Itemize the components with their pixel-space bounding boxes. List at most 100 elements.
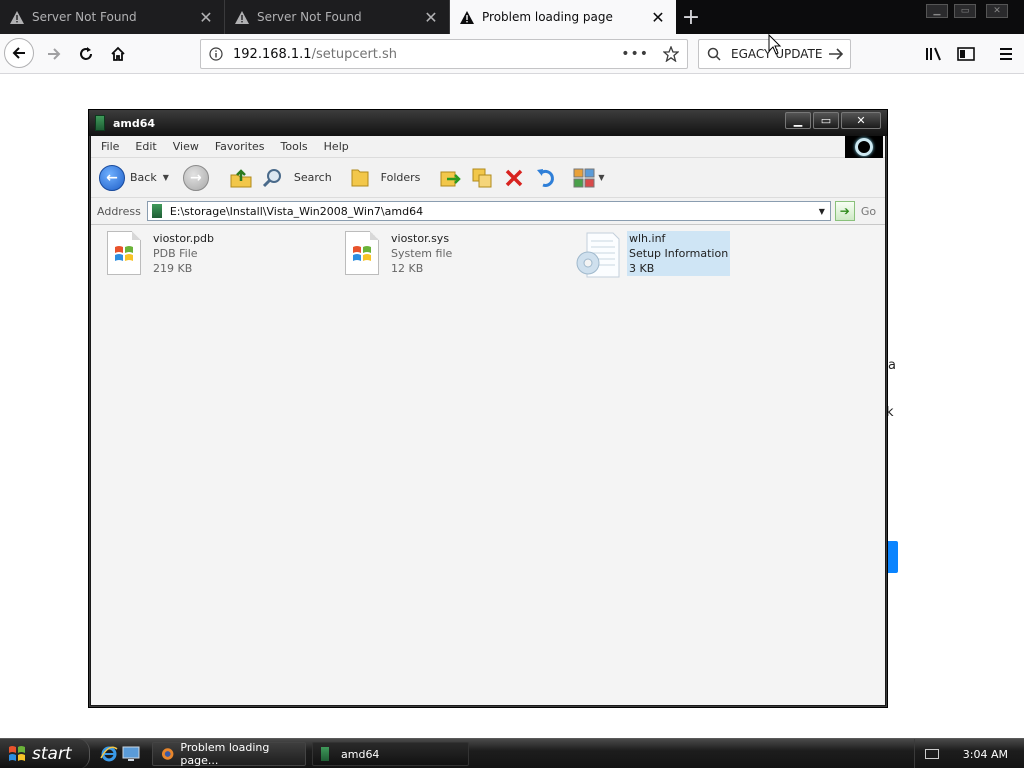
windows-flag-icon	[9, 746, 25, 761]
file-details: viostor.sys System file 12 KB	[391, 231, 452, 276]
background-page-text: a	[888, 358, 896, 373]
address-input[interactable]: E:\storage\Install\Vista_Win2008_Win7\am…	[146, 201, 831, 221]
url-text: 192.168.1.1/setupcert.sh	[233, 47, 397, 62]
tab-label: Server Not Found	[257, 10, 362, 24]
file-list: viostor.pdb PDB File 219 KB viostor.sys …	[91, 225, 885, 705]
file-type: Setup Information	[629, 247, 729, 260]
explorer-toolbar: ← Back ▼ → Search Folders ▼	[91, 158, 885, 198]
explorer-window: amd64 ▁ ▭ ✕ File Edit View Favorites Too…	[88, 109, 888, 708]
file-item[interactable]: viostor.sys System file 12 KB	[345, 231, 452, 279]
close-tab-icon[interactable]: ✕	[419, 5, 443, 29]
menu-file[interactable]: File	[101, 140, 119, 153]
move-to-icon[interactable]	[438, 166, 462, 190]
file-type: System file	[391, 247, 453, 260]
go-button-label[interactable]: Go	[861, 205, 876, 218]
menu-button[interactable]	[992, 40, 1020, 68]
browser-nav-bar: 192.168.1.1/setupcert.sh ••• EGACY UPDAT…	[0, 34, 1024, 74]
back-button-label[interactable]: Back	[130, 171, 157, 184]
taskbar: start Problem loading page... amd64 3:04…	[0, 738, 1024, 768]
taskbar-item-browser[interactable]: Problem loading page...	[152, 741, 306, 767]
forward-arrow-icon[interactable]: →	[182, 164, 209, 191]
menu-tools[interactable]: Tools	[281, 140, 308, 153]
url-bar[interactable]: 192.168.1.1/setupcert.sh •••	[200, 39, 688, 69]
file-size: 12 KB	[391, 262, 424, 275]
keyboard-icon[interactable]	[924, 749, 939, 759]
window-title: amd64	[113, 116, 156, 130]
back-arrow-icon	[12, 47, 25, 59]
setup-info-icon	[575, 231, 623, 278]
search-icon[interactable]	[261, 166, 285, 190]
windows-file-icon	[345, 231, 379, 275]
taskbar-item-explorer[interactable]: amd64	[312, 742, 469, 766]
tab-problem-loading-page[interactable]: Problem loading page ✕	[450, 0, 676, 34]
tab-label: Problem loading page	[482, 10, 613, 24]
search-go-arrow-icon[interactable]	[828, 47, 844, 61]
warning-icon	[10, 10, 24, 24]
close-tab-icon[interactable]: ✕	[194, 5, 218, 29]
forward-arrow-icon	[48, 48, 61, 60]
info-icon[interactable]	[209, 47, 223, 61]
url-path: /setupcert.sh	[311, 46, 398, 62]
undo-icon[interactable]	[534, 166, 558, 190]
start-button[interactable]: start	[0, 739, 90, 768]
minimize-window-button[interactable]: ▁	[926, 4, 948, 18]
internet-explorer-icon[interactable]	[100, 745, 118, 763]
clock[interactable]: 3:04 AM	[963, 748, 1008, 761]
folder-icon	[321, 747, 329, 761]
go-arrow-icon[interactable]: ➔	[834, 201, 855, 221]
menu-edit[interactable]: Edit	[135, 140, 156, 153]
show-desktop-icon[interactable]	[122, 745, 140, 763]
page-actions-icon[interactable]: •••	[621, 46, 649, 62]
file-type: PDB File	[153, 247, 198, 260]
folder-icon	[151, 204, 162, 218]
menu-help[interactable]: Help	[324, 140, 349, 153]
folders-icon[interactable]	[348, 166, 372, 190]
sidebar-button[interactable]	[952, 40, 980, 68]
file-size: 219 KB	[153, 262, 193, 275]
file-size: 3 KB	[629, 262, 655, 275]
tab-server-not-found-1[interactable]: Server Not Found ✕	[0, 0, 225, 34]
copy-to-icon[interactable]	[470, 166, 494, 190]
url-host: 192.168.1.1	[233, 46, 312, 62]
file-item-selected[interactable]: wlh.inf Setup Information 3 KB	[575, 231, 731, 279]
views-icon[interactable]	[572, 166, 596, 190]
address-path: E:\storage\Install\Vista_Win2008_Win7\am…	[169, 204, 424, 218]
views-dropdown-icon[interactable]: ▼	[598, 173, 604, 182]
back-history-dropdown-icon[interactable]: ▼	[163, 173, 169, 182]
maximize-button[interactable]: ▭	[813, 112, 839, 129]
up-folder-icon[interactable]	[229, 166, 253, 190]
library-icon	[926, 47, 941, 61]
windows-logo-icon	[845, 136, 883, 158]
library-button[interactable]	[920, 40, 948, 68]
file-name: viostor.sys	[391, 232, 450, 245]
tab-server-not-found-2[interactable]: Server Not Found ✕	[225, 0, 450, 34]
maximize-window-button[interactable]: ▭	[954, 4, 976, 18]
forward-button[interactable]	[40, 40, 68, 68]
reload-button[interactable]	[72, 40, 100, 68]
file-item[interactable]: viostor.pdb PDB File 219 KB	[107, 231, 214, 279]
bookmark-star-icon[interactable]	[663, 46, 679, 62]
search-button-label[interactable]: Search	[294, 171, 332, 184]
menu-bar: File Edit View Favorites Tools Help	[91, 136, 885, 158]
mouse-cursor-icon	[768, 34, 782, 55]
close-button[interactable]: ✕	[841, 112, 881, 129]
search-icon	[707, 47, 721, 61]
close-tab-icon[interactable]: ✕	[646, 5, 670, 29]
back-button[interactable]	[4, 38, 34, 68]
menu-favorites[interactable]: Favorites	[215, 140, 265, 153]
file-details: viostor.pdb PDB File 219 KB	[153, 231, 214, 276]
new-tab-button[interactable]: +	[676, 2, 706, 32]
menu-view[interactable]: View	[173, 140, 199, 153]
start-label: start	[32, 744, 72, 764]
folder-icon	[95, 115, 105, 131]
firefox-icon	[161, 748, 174, 760]
window-title-bar[interactable]: amd64 ▁ ▭ ✕	[89, 110, 887, 136]
chevron-down-icon[interactable]: ▼	[814, 202, 830, 220]
home-button[interactable]	[104, 40, 132, 68]
back-arrow-icon[interactable]: ←	[99, 164, 125, 191]
minimize-button[interactable]: ▁	[785, 112, 811, 129]
close-window-button[interactable]: ✕	[986, 4, 1008, 18]
delete-icon[interactable]	[502, 166, 526, 190]
folders-button-label[interactable]: Folders	[381, 171, 421, 184]
system-tray: 3:04 AM	[914, 739, 1024, 768]
